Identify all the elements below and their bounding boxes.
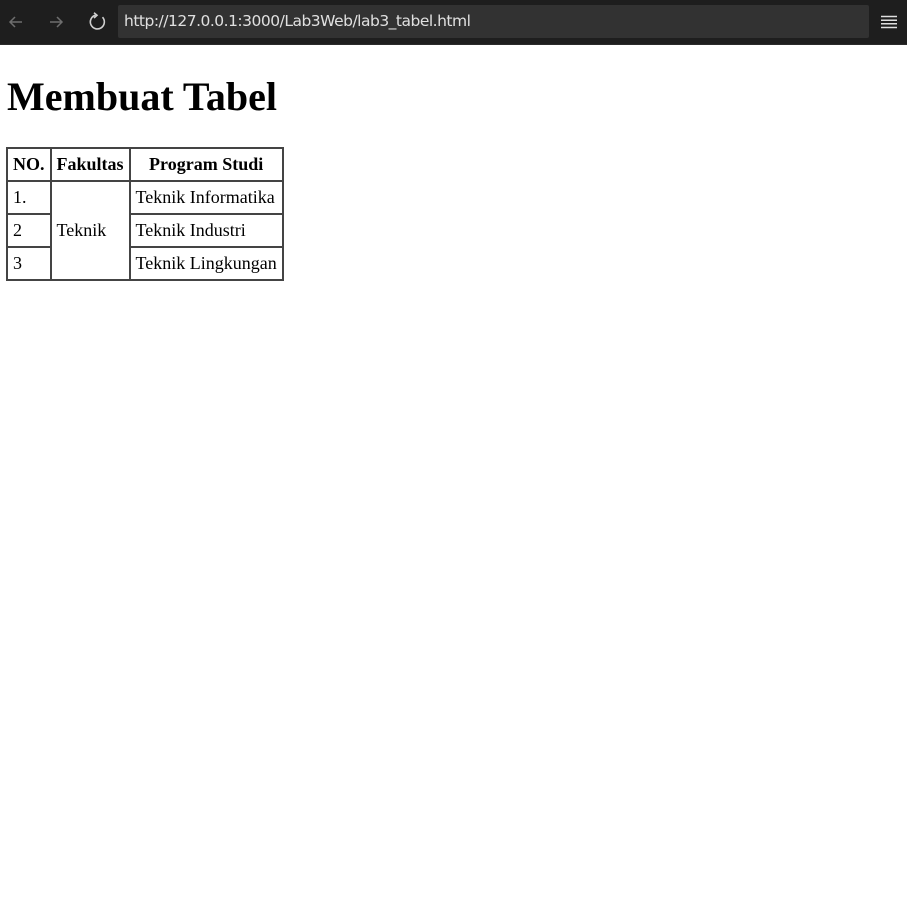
header-no: NO.: [6, 147, 52, 182]
cell-program-studi: Teknik Industri: [128, 213, 284, 248]
data-table: NO. Fakultas Program Studi 1. Teknik Tek…: [6, 147, 284, 281]
cell-no: 3: [6, 246, 52, 281]
back-button[interactable]: [2, 8, 30, 36]
url-input[interactable]: http://127.0.0.1:3000/Lab3Web/lab3_tabel…: [118, 5, 869, 38]
forward-button[interactable]: [42, 8, 70, 36]
table-row: 2 Teknik Industri: [6, 213, 284, 248]
table-row: 1. Teknik Teknik Informatika: [6, 180, 284, 281]
browser-toolbar: http://127.0.0.1:3000/Lab3Web/lab3_tabel…: [0, 0, 907, 45]
header-fakultas: Fakultas: [49, 147, 131, 182]
arrow-right-icon: [50, 16, 64, 28]
cell-fakultas: Teknik: [49, 180, 131, 281]
hamburger-menu-icon: [881, 15, 897, 29]
reload-button[interactable]: [83, 8, 111, 36]
cell-program-studi: Teknik Informatika: [128, 180, 284, 215]
table-header-row: NO. Fakultas Program Studi: [6, 147, 284, 182]
reload-icon: [89, 12, 106, 30]
arrow-left-icon: [8, 16, 22, 28]
cell-no: 2: [6, 213, 52, 248]
cell-program-studi: Teknik Lingkungan: [128, 246, 284, 281]
header-program-studi: Program Studi: [128, 147, 284, 182]
page-content: Membuat Tabel NO. Fakultas Program Studi…: [0, 46, 907, 911]
menu-button[interactable]: [877, 10, 901, 34]
page-title: Membuat Tabel: [7, 74, 278, 119]
table-row: 3 Teknik Lingkungan: [6, 246, 284, 281]
cell-no: 1.: [6, 180, 52, 215]
